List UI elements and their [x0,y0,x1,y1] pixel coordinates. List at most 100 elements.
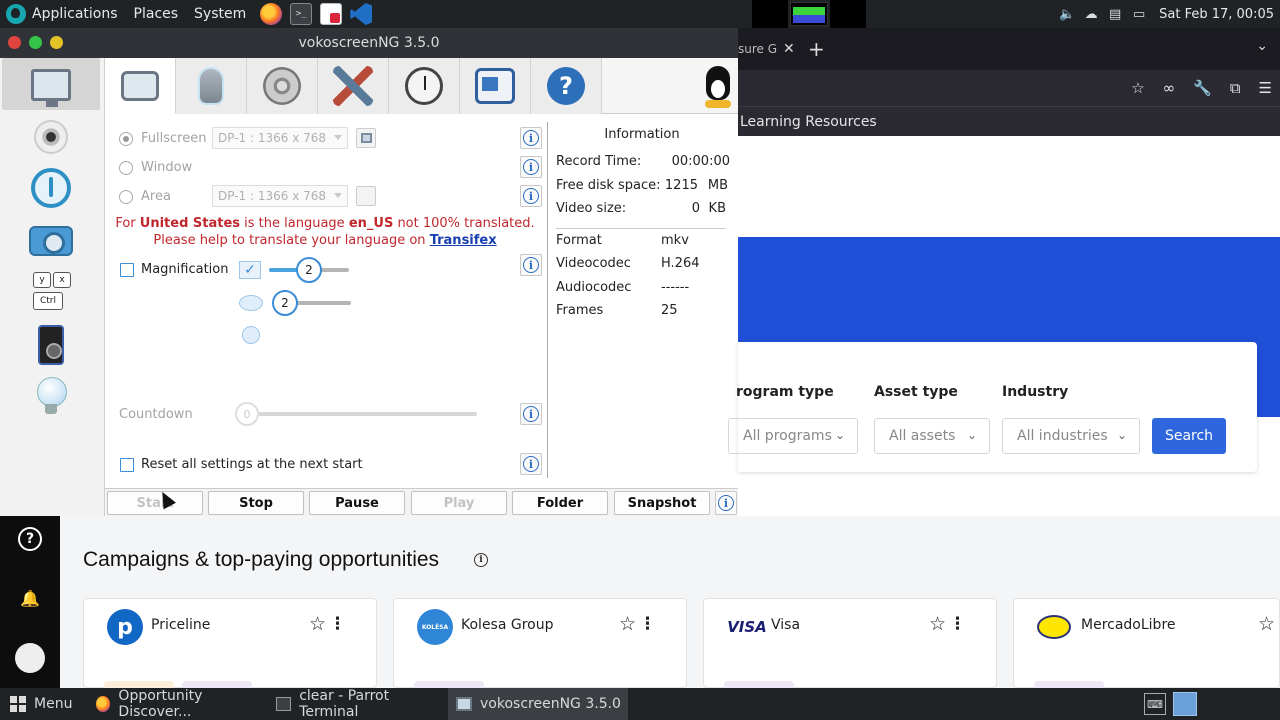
screen-identify-button[interactable] [356,128,376,148]
window-minimize-button[interactable] [29,36,42,49]
campaign-card-kolesa[interactable]: KOLĖSA Kolesa Group ☆ ⋮ [393,598,687,689]
fullscreen-display-select[interactable]: DP-1 : 1366 x 768 [212,127,348,149]
area-info-button[interactable]: i [520,185,542,207]
folder-button[interactable]: Folder [512,491,608,515]
transifex-link[interactable]: Transifex [430,233,497,248]
magnification-slider-1-knob[interactable]: 2 [296,257,322,283]
applications-menu[interactable]: Applications [0,0,128,28]
program-type-select[interactable]: All programs ⌄ [728,418,858,454]
window-close-button[interactable] [8,36,21,49]
sidebar-player-button[interactable] [28,322,74,368]
tab-window[interactable] [460,58,531,114]
campaign-card-priceline[interactable]: p Priceline ☆ ⋮ [83,598,377,689]
sidebar-webcam-button[interactable] [28,114,74,160]
tab-settings[interactable] [318,58,389,114]
bookmark-star-icon[interactable]: ☆ [1131,79,1144,97]
wrench-icon[interactable]: 🔧 [1193,79,1212,97]
area-reset-button[interactable] [356,186,376,206]
taskbar-item-firefox[interactable]: Opportunity Discover... [92,688,264,720]
more-options-icon[interactable]: ⋮ [329,614,346,634]
firefox-launcher-icon[interactable] [260,3,283,25]
extensions-icon[interactable]: ⧉ [1230,79,1241,97]
start-menu-button[interactable]: Menu [10,688,72,720]
reset-settings-checkbox[interactable] [120,458,134,472]
sidebar-halo-button[interactable] [28,374,74,420]
area-option[interactable]: Area [119,189,171,204]
tab-audio[interactable] [176,58,247,114]
controls-info-button[interactable]: i [715,491,737,515]
favorite-star-icon[interactable]: ☆ [1258,613,1275,635]
vscode-launcher-icon[interactable] [350,3,373,25]
avatar[interactable] [15,643,45,673]
asset-type-select[interactable]: All assets ⌄ [874,418,990,454]
magnification-slider-2-knob[interactable]: 2 [272,290,298,316]
text-editor-launcher-icon[interactable] [320,3,343,25]
favorite-star-icon[interactable]: ☆ [619,613,636,635]
countdown-info-button[interactable]: i [520,403,542,425]
volume-icon[interactable]: 🔈 [1059,6,1075,22]
notification-bell-icon[interactable]: 🔔 [18,586,42,610]
places-menu[interactable]: Places [128,0,189,28]
tab-timer[interactable] [389,58,460,114]
sidebar-showkey-button[interactable]: y x Ctrl [28,270,74,316]
tab-list-chevron-icon[interactable]: ⌄ [1256,38,1268,54]
pause-button[interactable]: Pause [309,491,405,515]
vokoscreen-title-bar[interactable]: vokoscreenNG 3.5.0 [0,28,738,58]
window-info-button[interactable]: i [520,156,542,178]
area-display-select[interactable]: DP-1 : 1366 x 768 [212,185,348,207]
fullscreen-radio[interactable] [119,131,133,146]
help-circle-icon[interactable]: ? [18,527,42,551]
window-maximize-button[interactable] [50,36,63,49]
reset-info-button[interactable]: i [520,453,542,475]
battery-icon[interactable]: ▭ [1131,6,1147,22]
sidebar-power-button[interactable] [28,165,74,211]
workspace-preview-1[interactable] [752,0,788,28]
terminal-launcher-icon[interactable]: >_ [290,3,313,25]
bookmark-learning-resources[interactable]: Learning Resources [740,114,877,130]
magnification-size-2-toggle[interactable] [239,295,263,311]
system-monitor-applet[interactable] [790,2,828,26]
fullscreen-option[interactable]: Fullscreen [119,131,206,146]
taskbar-item-terminal[interactable]: clear - Parrot Terminal [272,688,444,720]
tab-video[interactable] [247,58,318,114]
countdown-slider-knob[interactable]: 0 [235,402,259,426]
system-menu[interactable]: System [188,0,256,28]
area-radio[interactable] [119,189,133,204]
stop-button[interactable]: Stop [208,491,304,515]
favorite-star-icon[interactable]: ☆ [309,613,326,635]
industry-select[interactable]: All industries ⌄ [1002,418,1140,454]
magnification-size-1-toggle[interactable]: ✓ [239,261,261,279]
campaign-card-mercadolibre[interactable]: MercadoLibre ☆ [1013,598,1280,689]
cloud-icon[interactable]: ☁ [1083,6,1099,22]
workspace-preview-2[interactable] [830,0,866,28]
countdown-slider[interactable] [251,412,477,416]
more-options-icon[interactable]: ⋮ [639,614,656,634]
magnification-info-button[interactable]: i [520,254,542,276]
info-icon[interactable]: i [474,553,488,567]
hamburger-menu-icon[interactable]: ☰ [1259,79,1272,97]
browser-tab[interactable]: sure G ✕ [738,34,798,64]
workspace-switcher-icon[interactable] [1173,692,1197,716]
mask-icon[interactable]: ∞ [1163,79,1176,97]
window-radio[interactable] [119,160,133,175]
magnification-checkbox[interactable] [120,263,134,277]
magnification-size-3-toggle[interactable] [242,326,260,344]
keyboard-layout-icon[interactable]: ⌨ [1144,693,1166,715]
new-tab-button[interactable]: + [808,37,825,61]
favorite-star-icon[interactable]: ☆ [929,613,946,635]
window-option[interactable]: Window [119,160,192,175]
tab-help[interactable]: ? [531,58,602,114]
more-options-icon[interactable]: ⋮ [949,614,966,634]
clock[interactable]: Sat Feb 17, 00:05 [1155,7,1274,22]
play-button[interactable]: Play [411,491,507,515]
search-button[interactable]: Search [1152,418,1226,454]
tab-close-icon[interactable]: ✕ [783,41,795,57]
sidebar-screencast-button[interactable] [28,62,74,108]
campaign-card-visa[interactable]: VISA Visa ☆ ⋮ [703,598,997,689]
sidebar-snapshot-button[interactable] [28,218,74,264]
taskbar-item-vokoscreen[interactable]: vokoscreenNG 3.5.0 [448,688,628,720]
snapshot-button[interactable]: Snapshot [614,491,710,515]
fullscreen-info-button[interactable]: i [520,127,542,149]
network-icon[interactable]: ▤ [1107,6,1123,22]
tab-screen[interactable] [105,58,176,114]
